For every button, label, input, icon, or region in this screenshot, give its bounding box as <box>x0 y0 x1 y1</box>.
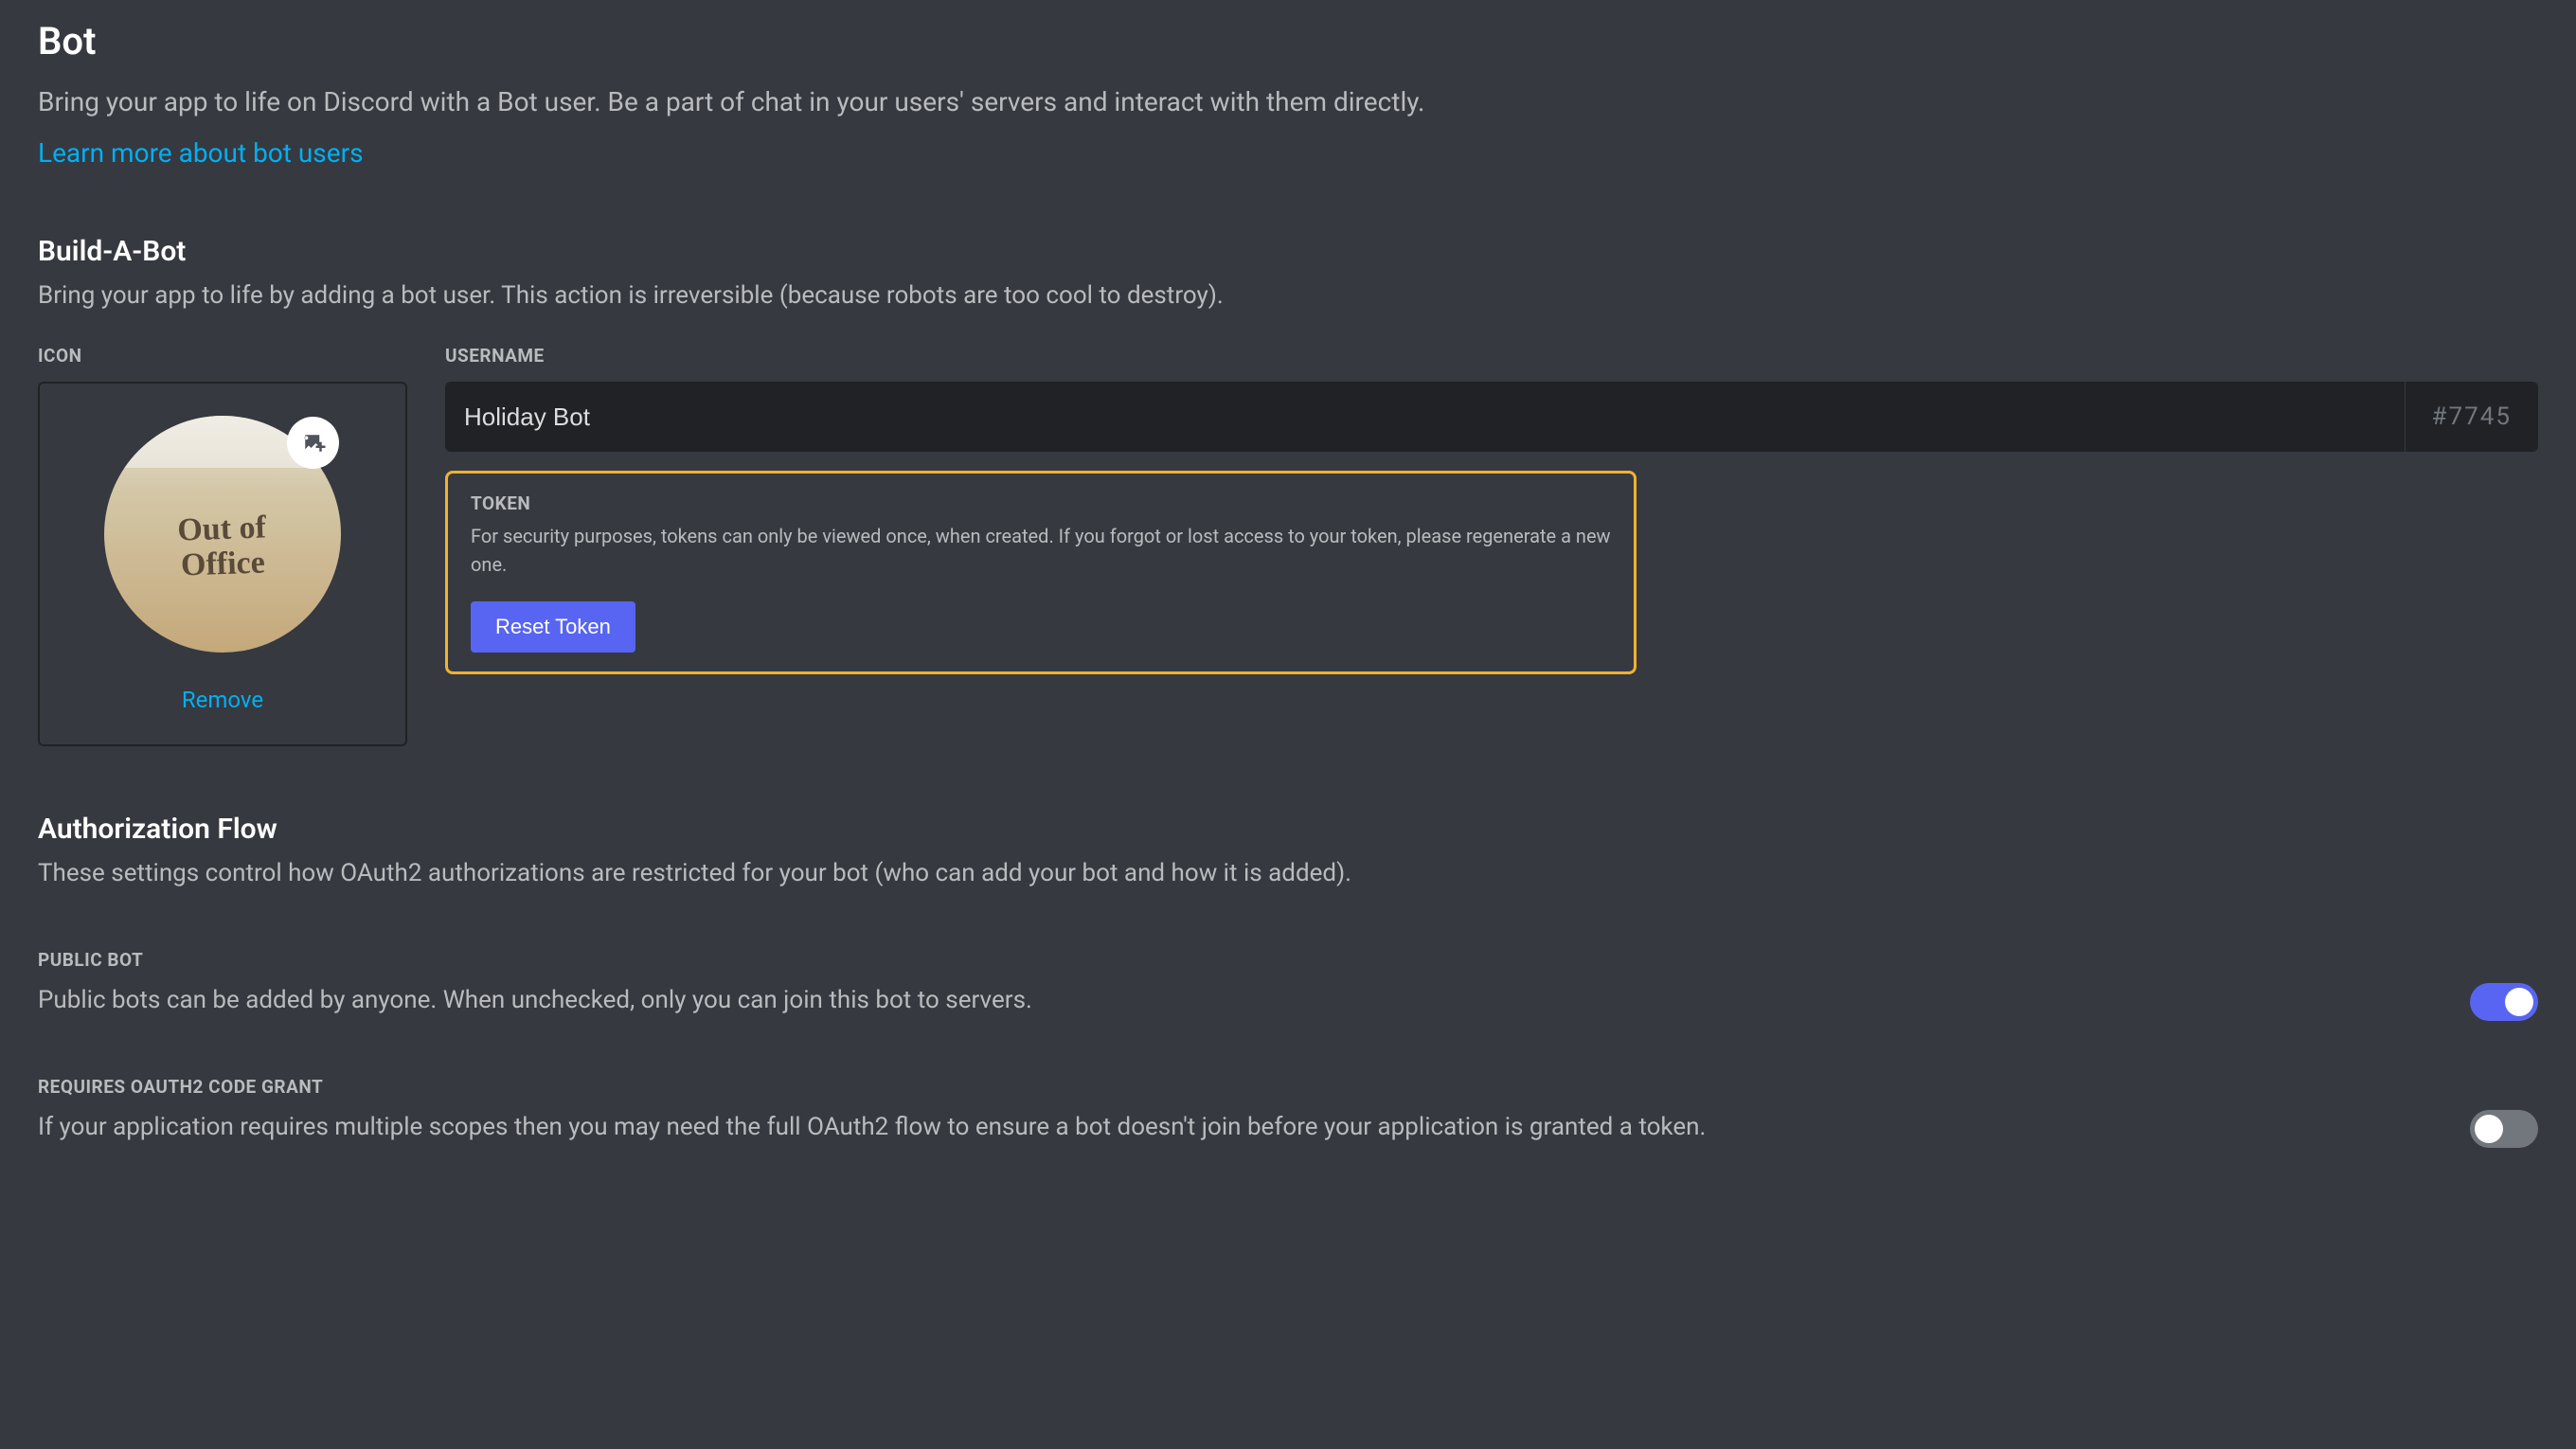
username-input[interactable] <box>445 382 2405 452</box>
oauth-grant-label: REQUIRES OAUTH2 CODE GRANT <box>38 1076 2470 1098</box>
reset-token-button[interactable]: Reset Token <box>471 601 635 653</box>
page-title: Bot <box>38 19 2538 63</box>
username-row: #7745 <box>445 382 2538 452</box>
learn-more-link[interactable]: Learn more about bot users <box>38 137 364 169</box>
token-label: TOKEN <box>471 492 1611 514</box>
public-bot-toggle[interactable] <box>2470 983 2538 1021</box>
build-a-bot-title: Build-A-Bot <box>38 235 2538 268</box>
build-a-bot-desc: Bring your app to life by adding a bot u… <box>38 277 2538 314</box>
icon-upload-box[interactable]: Out of Office Remove <box>38 382 407 746</box>
token-desc: For security purposes, tokens can only b… <box>471 522 1611 579</box>
oauth-grant-toggle[interactable] <box>2470 1110 2538 1148</box>
page-subtitle: Bring your app to life on Discord with a… <box>38 82 2538 122</box>
public-bot-desc: Public bots can be added by anyone. When… <box>38 982 2470 1019</box>
discriminator: #7745 <box>2405 382 2538 452</box>
public-bot-label: PUBLIC BOT <box>38 949 2470 971</box>
auth-flow-desc: These settings control how OAuth2 author… <box>38 855 2538 892</box>
auth-flow-title: Authorization Flow <box>38 813 2538 846</box>
username-label: USERNAME <box>445 345 2538 367</box>
icon-label: ICON <box>38 345 407 367</box>
upload-image-icon[interactable] <box>287 417 339 469</box>
remove-icon-link[interactable]: Remove <box>182 687 263 713</box>
token-box: TOKEN For security purposes, tokens can … <box>445 471 1637 674</box>
oauth-grant-desc: If your application requires multiple sc… <box>38 1109 2470 1146</box>
